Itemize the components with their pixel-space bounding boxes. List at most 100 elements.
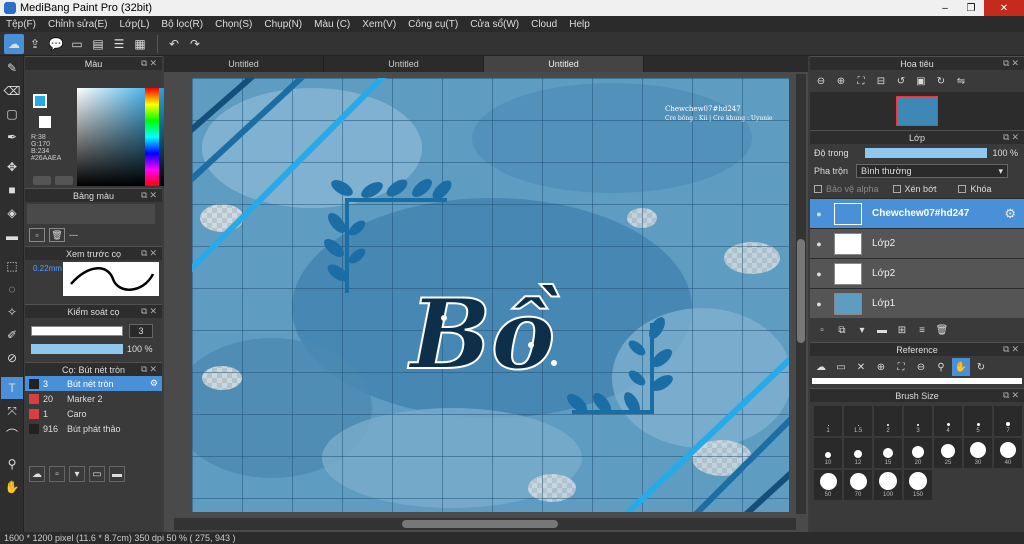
undo-icon[interactable]: ↶	[164, 34, 184, 54]
eyedropper-icon[interactable]: ⚲	[932, 358, 950, 376]
brush-item[interactable]: 916 Bút phát thảo	[25, 421, 162, 436]
rect-select-icon[interactable]: ▢	[1, 103, 23, 125]
fit-view-icon[interactable]: ⛶	[852, 72, 870, 90]
open-folder-icon[interactable]: ▭	[832, 358, 850, 376]
vertical-scrollbar[interactable]	[796, 74, 806, 514]
brush-size-cell[interactable]: 30	[964, 438, 992, 468]
operation-tool-icon[interactable]: ⤧	[1, 400, 23, 422]
zoom-in-icon[interactable]: ⊕	[832, 72, 850, 90]
gear-icon[interactable]: ⚙	[150, 378, 158, 389]
visibility-icon[interactable]: ●	[810, 209, 828, 219]
vertical-scroll-thumb[interactable]	[797, 239, 805, 343]
brush-size-cell[interactable]: 20	[904, 438, 932, 468]
brush-size-cell[interactable]: 1.5	[844, 406, 872, 436]
layer-item[interactable]: ● Lớp1	[810, 288, 1024, 318]
brush-size-cell[interactable]: 25	[934, 438, 962, 468]
menu-filter[interactable]: Bộ lọc(R)	[155, 19, 209, 30]
brush-size-cell[interactable]: 4	[934, 406, 962, 436]
color-mode-button-2[interactable]	[55, 176, 73, 185]
gradient-tool-icon[interactable]: ▬	[1, 225, 23, 247]
brush-tool-icon[interactable]: ✎	[1, 57, 23, 79]
visibility-icon[interactable]: ●	[810, 239, 828, 249]
panel-dock-icon[interactable]: ⧉✕	[1003, 390, 1021, 401]
rotate-right-icon[interactable]: ↻	[932, 72, 950, 90]
panel-dock-icon[interactable]: ⧉✕	[141, 248, 159, 259]
protect-alpha-checkbox[interactable]	[814, 185, 822, 193]
panel-dock-icon[interactable]: ⧉✕	[1003, 132, 1021, 143]
new-layer-icon[interactable]: ▫	[814, 322, 830, 338]
brush-item[interactable]: 1 Caro	[25, 406, 162, 421]
duplicate-layer-icon[interactable]: ⧉	[834, 322, 850, 338]
brush-size-cell[interactable]: 12	[844, 438, 872, 468]
select-eraser-icon[interactable]: ⊘	[1, 347, 23, 369]
pen-tool-icon[interactable]: ✒	[1, 126, 23, 148]
menu-help[interactable]: Help	[563, 19, 596, 30]
merge-layer-icon[interactable]: ⊞	[894, 322, 910, 338]
reference-canvas[interactable]	[812, 378, 1022, 384]
brush-item[interactable]: 20 Marker 2	[25, 391, 162, 406]
cloud-icon[interactable]: ☁	[4, 33, 24, 54]
panel-dock-icon[interactable]: ⧉✕	[1003, 344, 1021, 355]
brush-size-cell[interactable]: 150	[904, 470, 932, 500]
grid-icon[interactable]: ▦	[130, 34, 150, 54]
panel-dock-icon[interactable]: ⧉✕	[141, 58, 159, 69]
menu-tools[interactable]: Công cụ(T)	[402, 19, 464, 30]
zoom-in-icon[interactable]: ⊕	[872, 358, 890, 376]
brush-options-icon[interactable]: ▾	[69, 466, 85, 482]
tab-untitled-2[interactable]: Untitled	[324, 56, 484, 72]
menu-select[interactable]: Chọn(S)	[209, 19, 258, 30]
cloud-brush-icon[interactable]: ☁	[29, 466, 45, 482]
horizontal-scrollbar[interactable]	[174, 518, 796, 530]
clipping-checkbox[interactable]	[892, 185, 901, 193]
delete-palette-icon[interactable]: 🗑	[49, 228, 65, 242]
share-icon[interactable]: ⇪	[25, 34, 45, 54]
main-lettering[interactable]: Bồ	[406, 277, 560, 392]
brush-size-cell[interactable]: 100	[874, 470, 902, 500]
background-color-swatch[interactable]	[39, 116, 51, 128]
brush-size-cell[interactable]: 50	[814, 470, 842, 500]
lasso-tool-icon[interactable]: ◌	[1, 278, 23, 300]
menu-color[interactable]: Màu (C)	[308, 19, 356, 30]
menu-layer[interactable]: Lớp(L)	[114, 19, 156, 30]
eraser-tool-icon[interactable]: ⌫	[1, 80, 23, 102]
maximize-button[interactable]: ❐	[958, 0, 984, 16]
visibility-icon[interactable]: ●	[810, 269, 828, 279]
page-icon[interactable]: ▭	[67, 34, 87, 54]
brush-size-cell[interactable]: 10	[814, 438, 842, 468]
brush-folder-icon[interactable]: ▬	[109, 466, 125, 482]
layer-item[interactable]: ● Lớp2	[810, 258, 1024, 288]
brush-size-cell[interactable]: 5	[964, 406, 992, 436]
brush-size-cell[interactable]: 40	[994, 438, 1022, 468]
layer-folder-icon[interactable]: ▬	[874, 322, 890, 338]
layer-opacity-slider[interactable]	[864, 148, 987, 158]
palette-swatches[interactable]	[27, 204, 155, 224]
menu-snap[interactable]: Chụp(N)	[258, 19, 308, 30]
navigator-thumbnail[interactable]	[810, 92, 1024, 130]
brush-size-cell[interactable]: 3	[904, 406, 932, 436]
new-palette-icon[interactable]: ▫	[29, 228, 45, 242]
document-icon[interactable]: ▤	[88, 34, 108, 54]
tab-untitled-3[interactable]: Untitled	[484, 56, 644, 72]
rotate-icon[interactable]: ↻	[972, 358, 990, 376]
fill-rect-icon[interactable]: ■	[1, 179, 23, 201]
new-brush-icon[interactable]: ▫	[49, 466, 65, 482]
text-tool-icon[interactable]: T	[1, 377, 23, 399]
marquee-tool-icon[interactable]: ⬚	[1, 255, 23, 277]
close-reference-icon[interactable]: ✕	[852, 358, 870, 376]
menu-edit[interactable]: Chỉnh sửa(E)	[42, 19, 114, 30]
menu-window[interactable]: Cửa sổ(W)	[464, 19, 525, 30]
lock-checkbox[interactable]	[958, 185, 967, 193]
actual-size-icon[interactable]: ▣	[912, 72, 930, 90]
flip-icon[interactable]: ⇋	[952, 72, 970, 90]
horizontal-scroll-thumb[interactable]	[402, 520, 558, 528]
zoom-minus-icon[interactable]: ⊟	[872, 72, 890, 90]
brush-size-slider[interactable]	[31, 326, 123, 336]
panel-dock-icon[interactable]: ⧉✕	[1003, 58, 1021, 69]
redo-icon[interactable]: ↷	[185, 34, 205, 54]
blend-mode-select[interactable]: Bình thường ▾	[856, 164, 1009, 178]
menu-cloud[interactable]: Cloud	[525, 19, 563, 30]
select-pen-icon[interactable]: ✐	[1, 324, 23, 346]
delete-layer-icon[interactable]: 🗑	[934, 322, 950, 338]
brush-size-cell[interactable]: 7	[994, 406, 1022, 436]
eyedropper-icon[interactable]: ⚲	[1, 453, 23, 475]
